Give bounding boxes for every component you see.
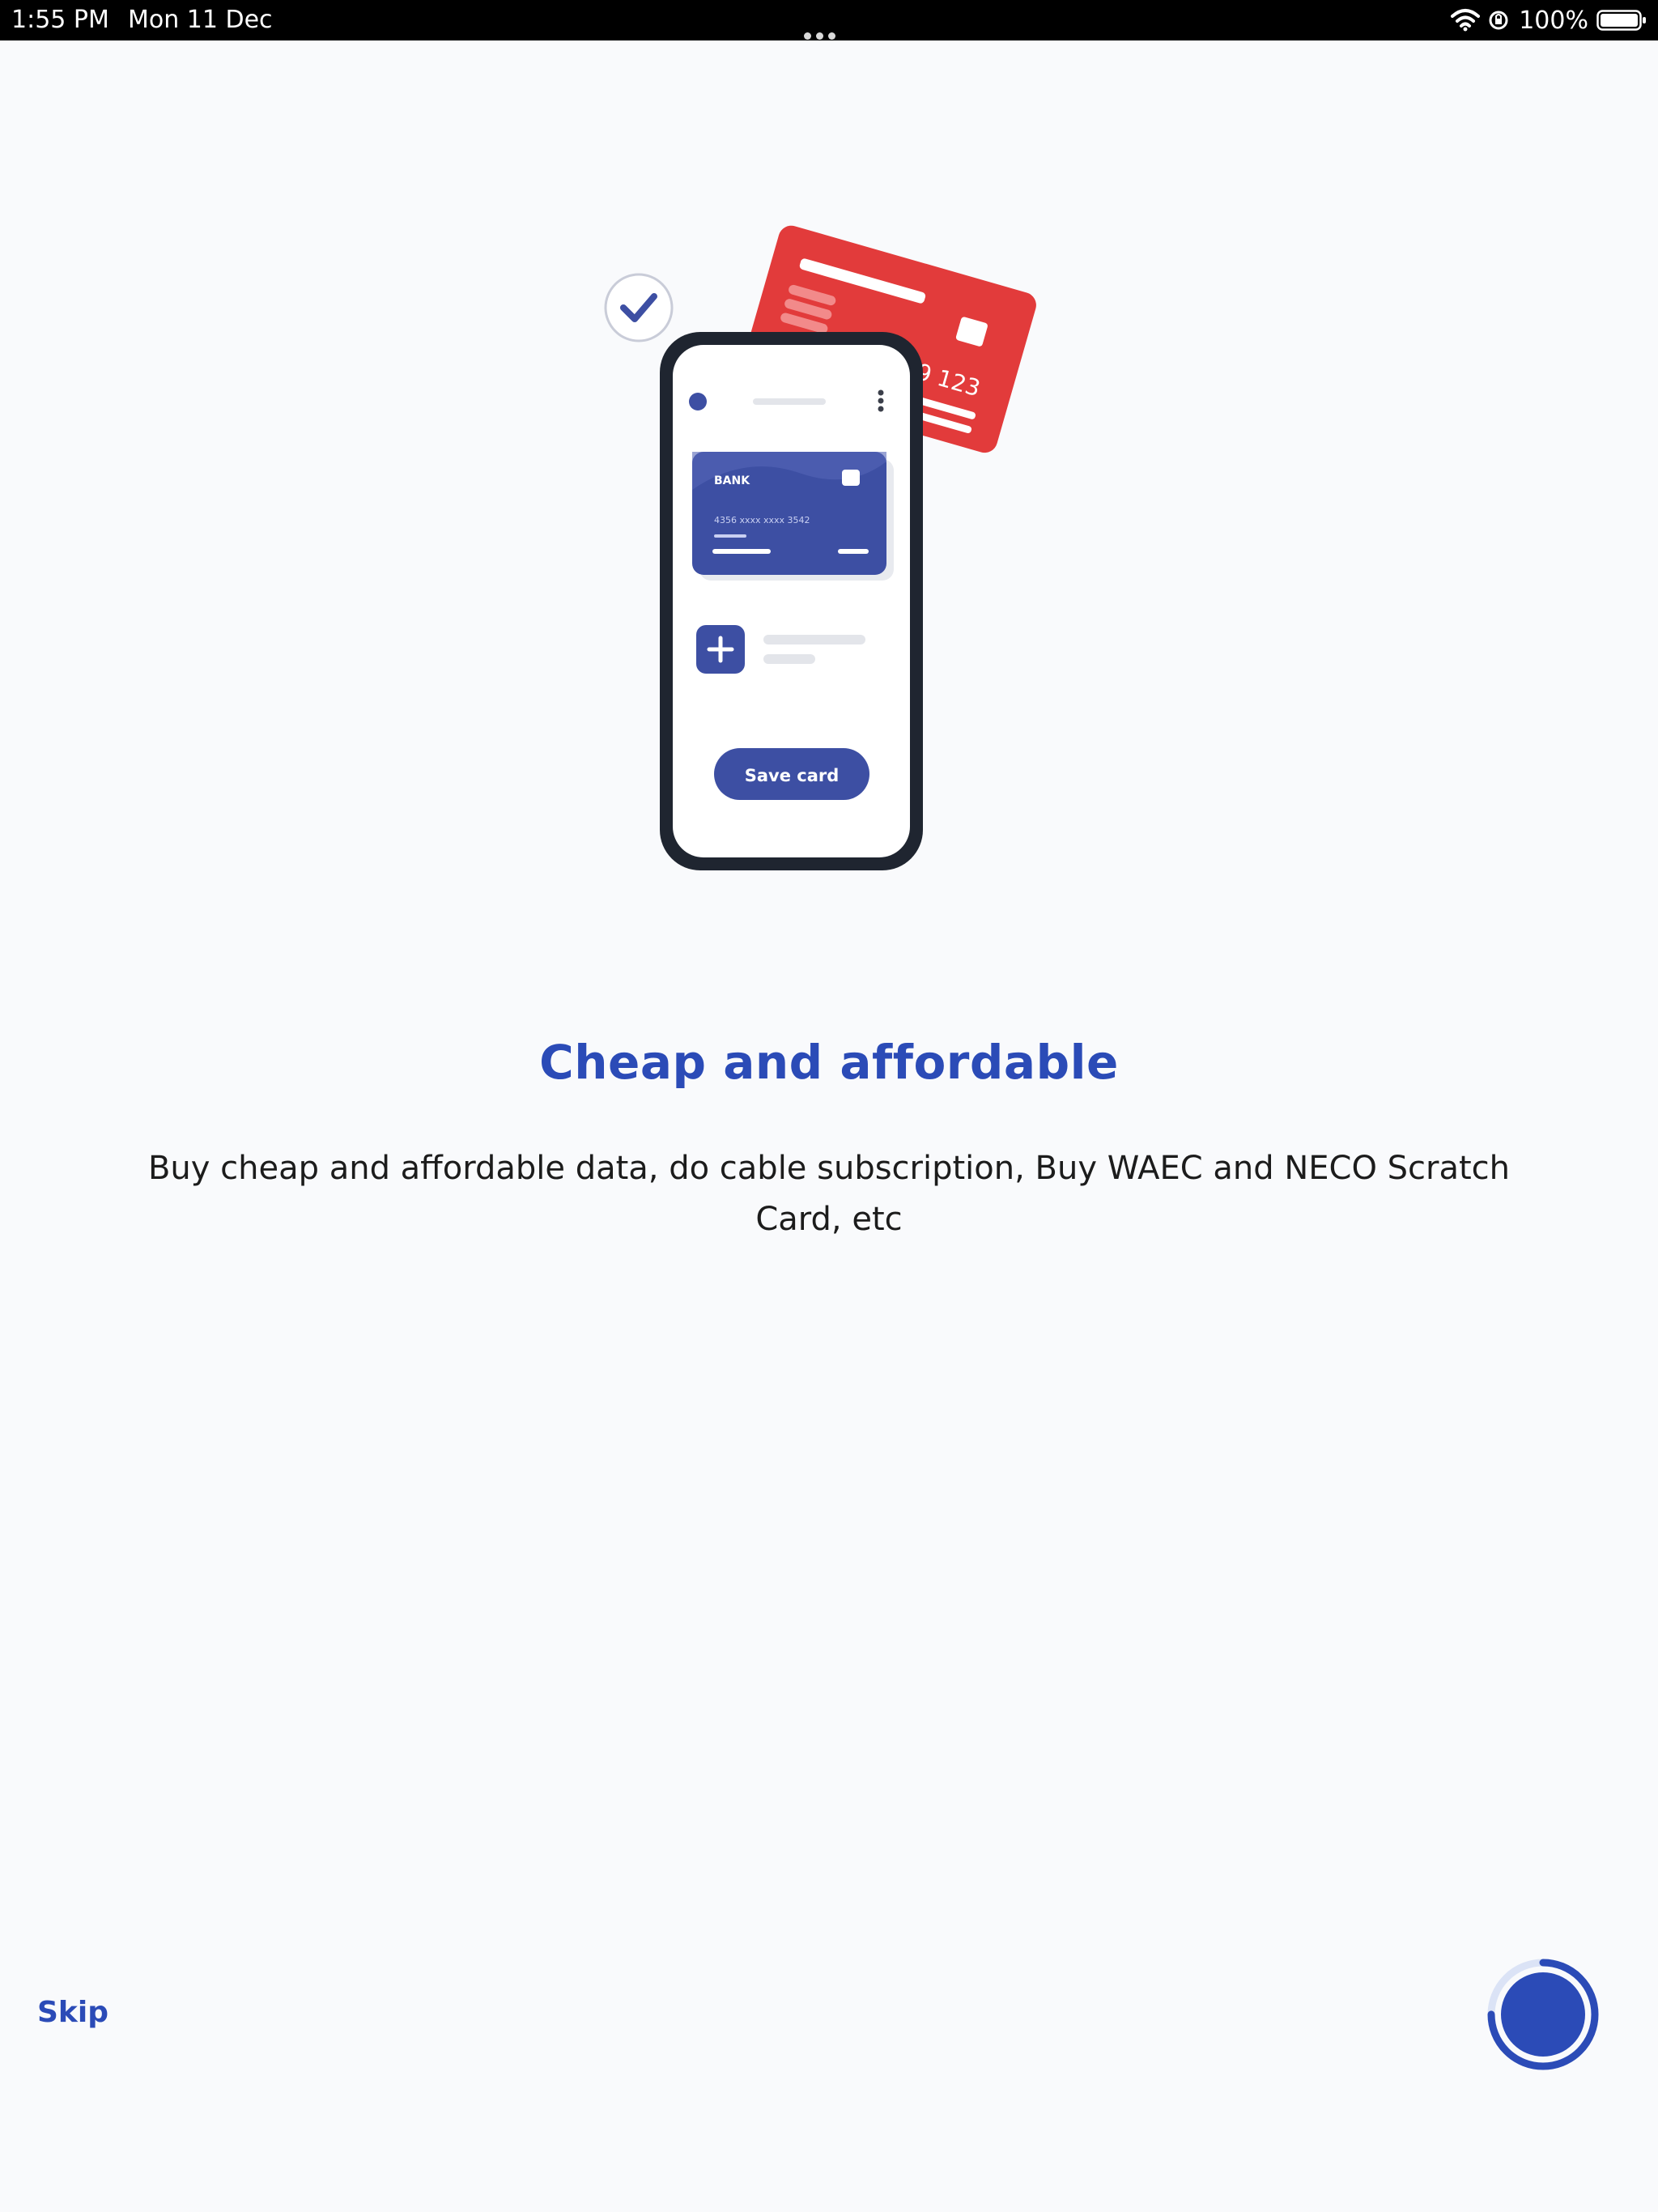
status-date: Mon 11 Dec: [128, 6, 273, 34]
orientation-lock-icon: [1489, 11, 1508, 30]
next-progress-icon[interactable]: [1482, 1953, 1605, 2076]
check-icon: [604, 273, 674, 342]
next-button-core[interactable]: [1501, 1972, 1585, 2057]
battery-percent: 100%: [1519, 6, 1588, 35]
save-card-label: Save card: [745, 766, 840, 785]
bank-label: BANK: [714, 474, 750, 487]
status-right-group: 100%: [1451, 4, 1647, 36]
multitasking-dots-icon[interactable]: [804, 18, 849, 40]
plus-icon: [696, 625, 745, 674]
wifi-icon: [1451, 9, 1481, 32]
status-time: 1:55 PM: [11, 6, 109, 34]
onboarding-illustration: 789 123 BANK 4356 xxxx xxxx 3542 Save ca…: [604, 225, 1036, 870]
save-card-pill: Save card: [714, 748, 869, 800]
onboarding-title: Cheap and affordable: [539, 1035, 1119, 1090]
skip-button[interactable]: Skip: [37, 1996, 108, 2029]
status-bar: 1:55 PM Mon 11 Dec 100%: [0, 0, 1658, 40]
bank-card-number: 4356 xxxx xxxx 3542: [714, 515, 810, 525]
bank-card: BANK 4356 xxxx xxxx 3542: [692, 452, 894, 581]
onboarding-description: Buy cheap and affordable data, do cable …: [147, 1150, 1511, 1238]
battery-icon: [1596, 10, 1646, 31]
phone-mockup: BANK 4356 xxxx xxxx 3542 Save card: [660, 332, 923, 870]
